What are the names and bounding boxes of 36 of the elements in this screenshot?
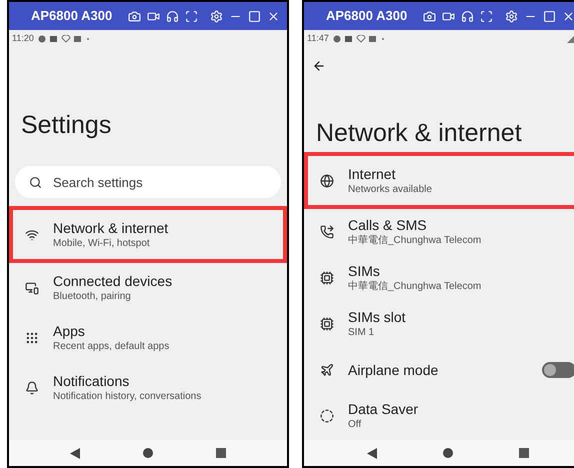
item-subtitle: Bluetooth, pairing bbox=[53, 290, 132, 303]
item-subtitle: 中華電信_Chunghwa Telecom bbox=[348, 234, 482, 247]
page-title: Network & internet bbox=[316, 119, 522, 147]
item-title: SIMs bbox=[348, 263, 381, 280]
item-subtitle: 中華電信_Chunghwa Telecom bbox=[348, 280, 482, 293]
item-title: Calls & SMS bbox=[348, 217, 428, 234]
item-title: Connected devices bbox=[53, 273, 172, 290]
item-title: Apps bbox=[53, 323, 86, 340]
item-title: SIMs slot bbox=[348, 309, 406, 326]
status-time: 11:20 bbox=[12, 32, 34, 46]
settings-item[interactable]: Internet Networks available bbox=[304, 152, 574, 209]
settings-item[interactable]: SIMs 中華電信_Chunghwa Telecom bbox=[304, 255, 574, 301]
item-title: Network & internet bbox=[53, 220, 168, 236]
item-title: Internet bbox=[348, 166, 396, 182]
settings-item[interactable]: Connected devices Bluetooth, pairing bbox=[9, 263, 287, 313]
search-field[interactable]: Search settings bbox=[15, 166, 281, 198]
settings-item[interactable]: Airplane mode bbox=[304, 347, 574, 393]
item-title: Data Saver bbox=[348, 401, 418, 418]
page-title: Settings bbox=[21, 111, 112, 139]
item-title: Airplane mode bbox=[348, 362, 438, 378]
item-subtitle: SIM 1 bbox=[348, 326, 376, 339]
item-subtitle: Recent apps, default apps bbox=[53, 340, 170, 353]
settings-item[interactable]: Notifications Notification history, conversations bbox=[9, 363, 287, 413]
settings-item[interactable]: Data Saver Off bbox=[304, 393, 574, 439]
item-subtitle: Networks available bbox=[348, 182, 432, 196]
item-subtitle: Off bbox=[348, 418, 362, 431]
item-subtitle: Notification history, conversations bbox=[53, 390, 202, 403]
status-time: 11:47 bbox=[307, 32, 329, 46]
settings-item[interactable]: Calls & SMS 中華電信_Chunghwa Telecom bbox=[304, 209, 574, 255]
item-subtitle: Mobile, Wi-Fi, hotspot bbox=[53, 236, 151, 250]
item-title: Notifications bbox=[53, 373, 130, 390]
settings-item[interactable]: Network & internet Mobile, Wi-Fi, hotspot bbox=[9, 206, 287, 263]
settings-item[interactable]: Apps Recent apps, default apps bbox=[9, 313, 287, 363]
window-title: AP6800 A300 bbox=[326, 7, 408, 26]
settings-item[interactable]: SIMs slot SIM 1 bbox=[304, 301, 574, 347]
window-title: AP6800 A300 bbox=[31, 7, 112, 26]
